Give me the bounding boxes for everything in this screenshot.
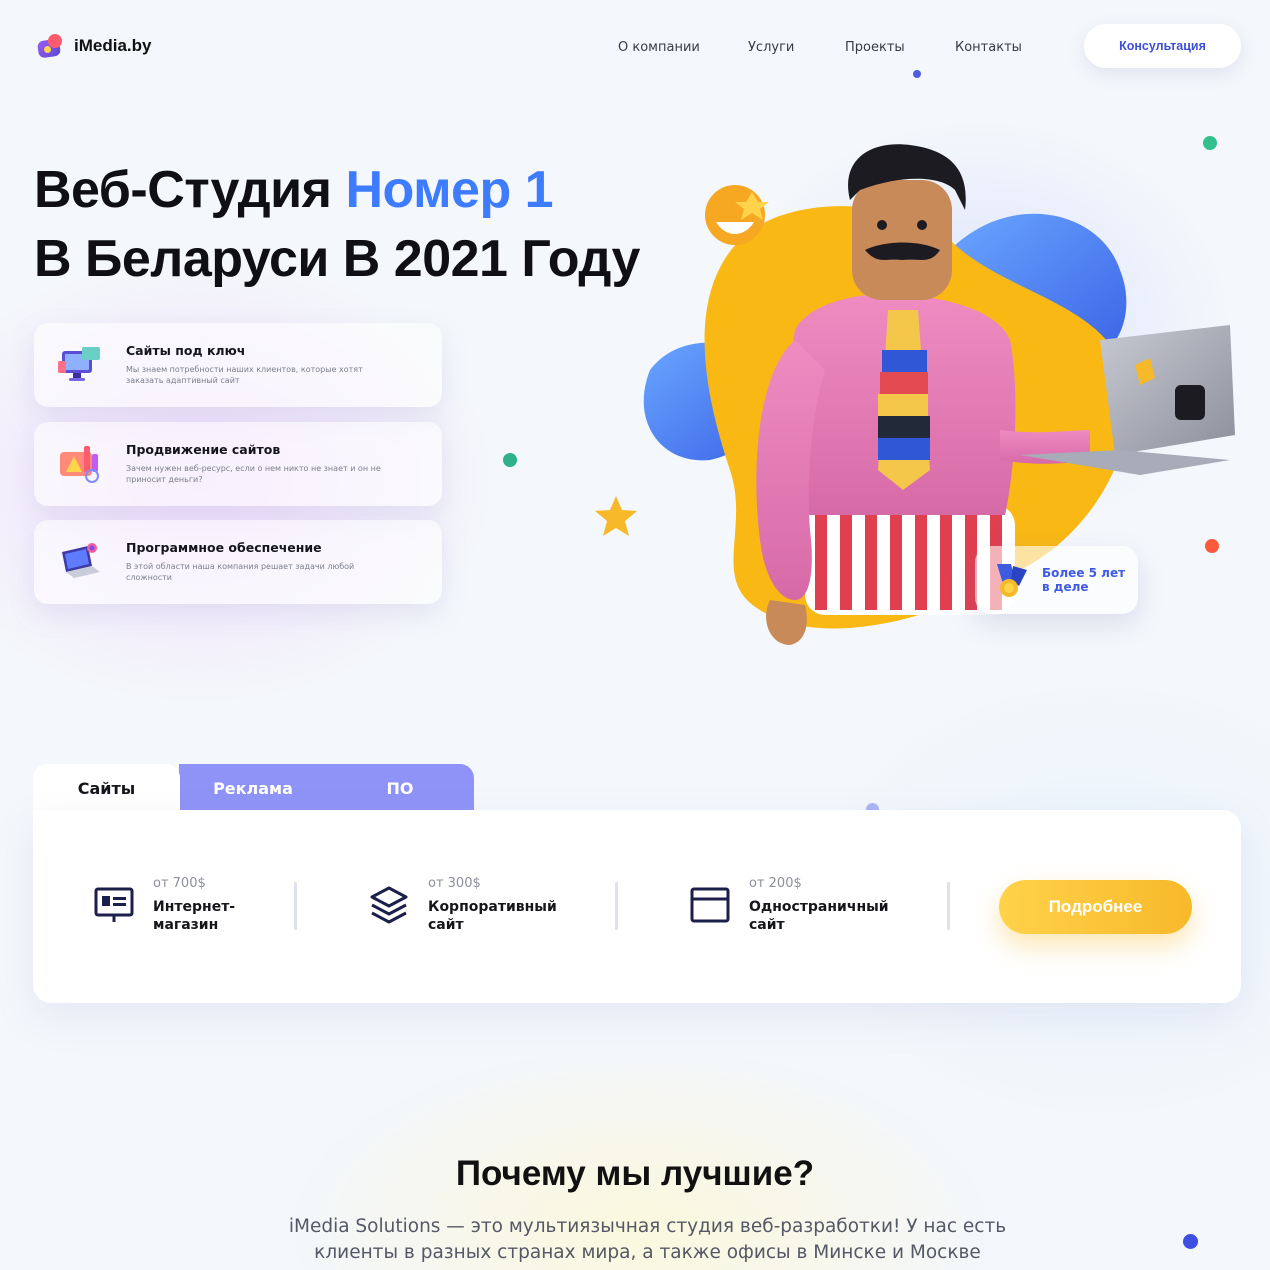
- why-section-title: Почему мы лучшие?: [455, 1154, 815, 1193]
- nav-item-services[interactable]: Услуги: [748, 40, 794, 55]
- why-section-text: iMedia Solutions — это мультиязычная сту…: [288, 1216, 1007, 1263]
- feature-card-promotion[interactable]: Продвижение сайтов Зачем нужен веб-ресур…: [34, 422, 442, 506]
- feature-description: Зачем нужен веб-ресурс, если о нем никто…: [126, 464, 381, 484]
- feature-title: Сайты под ключ: [126, 343, 246, 358]
- experience-badge: Более 5 лет в деле: [975, 546, 1138, 614]
- feature-description: В этой области наша компания решает зада…: [126, 562, 355, 582]
- decor-dot: [503, 453, 517, 467]
- service-price: от 200$: [749, 876, 802, 891]
- divider: [294, 882, 297, 930]
- logo[interactable]: iMedia.by: [36, 32, 151, 60]
- layers-icon: [370, 886, 408, 924]
- service-tabs: Сайты Реклама ПО: [33, 764, 474, 812]
- tab-advertising[interactable]: Реклама: [180, 764, 326, 812]
- hero-title-part1: Веб-Студия: [34, 161, 346, 219]
- tab-software[interactable]: ПО: [326, 764, 474, 812]
- service-name: Корпоративный сайт: [428, 899, 557, 933]
- brand-name: iMedia.by: [74, 36, 152, 55]
- feature-card-websites[interactable]: Сайты под ключ Мы знаем потребности наши…: [34, 323, 442, 407]
- divider: [615, 882, 618, 930]
- hero-illustration: [643, 144, 1235, 645]
- nav-item-projects[interactable]: Проекты: [845, 40, 905, 55]
- feature-title: Продвижение сайтов: [126, 442, 281, 457]
- hero-title-line2: В Беларуси В 2021 Году: [34, 230, 640, 288]
- nav-item-contacts[interactable]: Контакты: [955, 40, 1022, 55]
- experience-text: Более 5 лет в деле: [1042, 566, 1126, 594]
- nav-item-about[interactable]: О компании: [618, 40, 700, 55]
- hero-title-accent: Номер 1: [345, 161, 554, 219]
- nav-active-indicator: [913, 70, 921, 78]
- service-name: Одностраничный сайт: [749, 899, 889, 933]
- logo-icon: [36, 32, 64, 60]
- more-details-button[interactable]: Подробнее: [999, 880, 1192, 934]
- star-icon: [595, 496, 637, 536]
- feature-card-software[interactable]: Программное обеспечение В этой области н…: [34, 520, 442, 604]
- consultation-button[interactable]: Консультация: [1084, 24, 1241, 68]
- tab-websites[interactable]: Сайты: [33, 764, 180, 812]
- laptop-icon: [62, 543, 100, 578]
- feature-description: Мы знаем потребности наших клиентов, кот…: [126, 365, 363, 385]
- monitor-icon: [58, 347, 100, 381]
- service-name: Интернет-магазин: [153, 899, 236, 933]
- medal-icon: [997, 564, 1027, 597]
- feature-title: Программное обеспечение: [126, 540, 322, 555]
- presentation-icon: [94, 887, 134, 922]
- chart-icon: [60, 446, 99, 483]
- divider: [947, 882, 950, 930]
- service-price: от 700$: [153, 876, 206, 891]
- browser-window-icon: [690, 887, 730, 923]
- hero-title: Веб-Студия Номер 1 В Беларуси В 2021 Год…: [34, 156, 640, 294]
- decor-dot: [1183, 1234, 1198, 1249]
- service-price: от 300$: [428, 876, 481, 891]
